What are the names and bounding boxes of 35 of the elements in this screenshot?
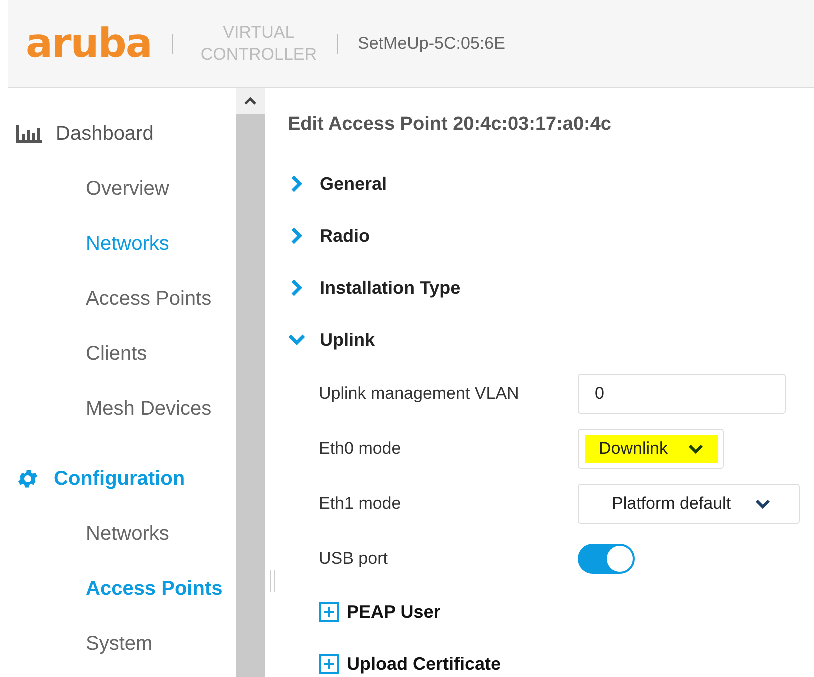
sidebar-item[interactable]: System <box>0 617 236 672</box>
field-label: Uplink management VLAN <box>319 384 520 404</box>
sidebar-section[interactable]: Dashboard <box>0 110 236 158</box>
sidebar-item[interactable]: Overview <box>0 162 236 217</box>
logo: aruba <box>26 24 152 64</box>
resize-handle-icon[interactable] <box>270 570 275 592</box>
field-label: Eth0 mode <box>319 438 402 458</box>
accordion-header[interactable]: Installation Type <box>288 262 814 314</box>
bar-chart-icon <box>16 125 42 143</box>
product-name: VIRTUAL CONTROLLER <box>200 22 318 66</box>
subsection-header[interactable]: Upload Certificate <box>319 638 814 677</box>
sidebar-item[interactable]: Access Points <box>0 272 236 327</box>
field-label: USB port <box>319 548 389 568</box>
accordion-header[interactable]: General <box>288 158 814 210</box>
caret-up-icon[interactable] <box>236 88 265 114</box>
toggle-switch[interactable] <box>578 544 635 574</box>
scrollbar[interactable] <box>236 88 265 677</box>
plus-box-icon <box>319 654 339 674</box>
chevron-down-icon <box>288 334 306 346</box>
field-label: Eth1 mode <box>319 494 402 514</box>
gear-icon <box>16 467 40 491</box>
dropdown[interactable]: Platform default <box>578 484 800 524</box>
page-title: Edit Access Point 20:4c:03:17:a0:4c <box>288 114 613 136</box>
subsection-header[interactable]: PEAP User <box>319 586 814 638</box>
chevron-down-icon <box>755 498 772 508</box>
sidebar-item[interactable]: Mesh Devices <box>0 382 236 437</box>
sidebar-item[interactable]: Clients <box>0 327 236 382</box>
input-field[interactable]: 0 <box>578 374 786 414</box>
device-name: SetMeUp-5C:05:6E <box>358 34 506 54</box>
chevron-down-icon <box>688 444 704 454</box>
dropdown[interactable]: Downlink <box>578 428 724 468</box>
sidebar-item[interactable]: Networks <box>0 507 236 562</box>
accordion-header[interactable]: Radio <box>288 210 814 262</box>
accordion-header[interactable]: Uplink <box>288 314 814 366</box>
plus-box-icon <box>319 602 339 622</box>
